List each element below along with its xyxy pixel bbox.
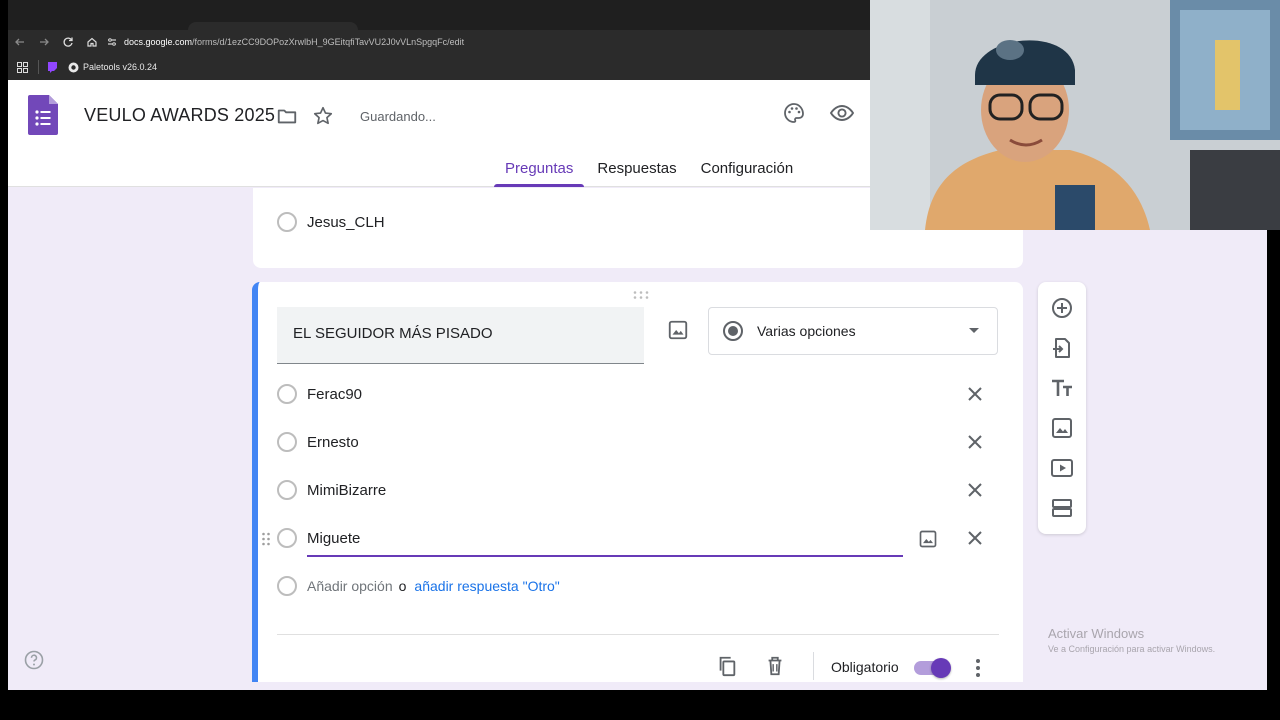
- question-type-label: Varias opciones: [757, 323, 856, 339]
- option-row[interactable]: MimiBizarre: [277, 480, 386, 500]
- url-domain: docs.google.com: [124, 37, 193, 47]
- webcam-person-image: [870, 0, 1280, 230]
- radio-button: [277, 384, 297, 404]
- option-row-editing[interactable]: Miguete: [277, 528, 360, 548]
- dropdown-caret-icon: [969, 328, 979, 333]
- palette-icon[interactable]: [782, 101, 806, 125]
- watermark-title: Activar Windows: [1048, 626, 1145, 641]
- add-video-icon[interactable]: [1050, 456, 1074, 480]
- option-label: Jesus_CLH: [307, 213, 385, 231]
- remove-option-icon[interactable]: [965, 480, 985, 500]
- add-other-link[interactable]: añadir respuesta "Otro": [414, 578, 559, 594]
- duplicate-icon[interactable]: [716, 655, 738, 677]
- question-title-input[interactable]: EL SEGUIDOR MÁS PISADO: [277, 307, 644, 364]
- bookmarks-separator: [38, 60, 39, 74]
- floating-toolbar: [1038, 282, 1086, 534]
- radio-checked-icon: [723, 321, 743, 341]
- apps-grid-icon: [16, 61, 28, 73]
- browser-toolbar: docs.google.com/forms/d/1ezCC9DOPozXrwlb…: [8, 30, 870, 54]
- forward-button[interactable]: [32, 30, 56, 54]
- import-questions-icon[interactable]: [1050, 336, 1074, 360]
- windows-activation-watermark: Activar Windows Ve a Configuración para …: [1048, 626, 1215, 654]
- bookmark-label: Paletools v26.0.24: [83, 62, 158, 72]
- option-label[interactable]: MimiBizarre: [307, 482, 386, 499]
- bookmarks-bar: Paletools v26.0.24: [8, 54, 870, 80]
- folder-icon[interactable]: [276, 105, 298, 127]
- remove-option-icon[interactable]: [965, 528, 985, 548]
- radio-button: [277, 528, 297, 548]
- add-image-icon[interactable]: [1050, 416, 1074, 440]
- reload-icon: [63, 37, 73, 47]
- editor-tabs: Preguntas Respuestas Configuración: [494, 150, 817, 187]
- watermark-subtitle: Ve a Configuración para activar Windows.: [1048, 644, 1216, 654]
- more-options-icon[interactable]: [968, 657, 988, 679]
- add-section-icon[interactable]: [1050, 496, 1074, 520]
- home-icon: [87, 37, 97, 47]
- google-forms-logo-icon[interactable]: [28, 95, 58, 135]
- browser-tab-strip: [8, 0, 870, 30]
- add-question-icon[interactable]: [1050, 296, 1074, 320]
- option-input[interactable]: Miguete: [307, 530, 360, 547]
- paletools-icon: [68, 62, 79, 72]
- preview-eye-icon[interactable]: [829, 101, 855, 125]
- divider: [277, 634, 999, 635]
- reload-button[interactable]: [56, 30, 80, 54]
- required-toggle[interactable]: [914, 658, 951, 678]
- back-button[interactable]: [8, 30, 32, 54]
- browser-tab[interactable]: [188, 22, 358, 30]
- input-focus-underline: [307, 555, 903, 557]
- tab-preguntas[interactable]: Preguntas: [494, 150, 585, 187]
- add-option-button[interactable]: Añadir opción: [307, 578, 393, 594]
- letterbox-bar: [0, 690, 1280, 720]
- twitch-icon: [48, 62, 57, 73]
- question-type-select[interactable]: Varias opciones: [708, 307, 998, 355]
- save-status: Guardando...: [360, 109, 436, 124]
- drag-handle-icon[interactable]: [632, 290, 650, 300]
- screen: docs.google.com/forms/d/1ezCC9DOPozXrwlb…: [0, 0, 1280, 720]
- add-option-row: Añadir opción o añadir respuesta "Otro": [277, 576, 560, 596]
- star-icon[interactable]: [312, 105, 334, 127]
- option-label[interactable]: Ernesto: [307, 434, 359, 451]
- site-settings-icon[interactable]: [106, 36, 118, 48]
- question-card[interactable]: EL SEGUIDOR MÁS PISADO Varias opciones F…: [252, 282, 1023, 682]
- form-title[interactable]: VEULO AWARDS 2025: [84, 105, 275, 126]
- option-row[interactable]: Ferac90: [277, 384, 362, 404]
- address-bar[interactable]: docs.google.com/forms/d/1ezCC9DOPozXrwlb…: [106, 32, 870, 52]
- home-button[interactable]: [80, 30, 104, 54]
- option-label[interactable]: Ferac90: [307, 386, 362, 403]
- required-label: Obligatorio: [831, 659, 899, 675]
- remove-option-icon[interactable]: [965, 432, 985, 452]
- forward-arrow-icon: [40, 38, 49, 46]
- remove-option-icon[interactable]: [965, 384, 985, 404]
- radio-button: [277, 212, 297, 232]
- tab-configuracion[interactable]: Configuración: [701, 150, 794, 187]
- back-arrow-icon: [15, 38, 24, 46]
- tab-respuestas[interactable]: Respuestas: [597, 150, 676, 187]
- help-icon[interactable]: [24, 650, 44, 670]
- add-image-icon[interactable]: [667, 319, 689, 341]
- apps-button[interactable]: [12, 61, 32, 73]
- delete-icon[interactable]: [764, 655, 786, 677]
- url-path: /forms/d/1ezCC9DOPozXrwlbH_9GEitqfiTavVU…: [192, 37, 465, 47]
- bookmark-paletools[interactable]: Paletools v26.0.24: [68, 62, 157, 73]
- bookmark-twitch[interactable]: [47, 61, 58, 73]
- option-row[interactable]: Jesus_CLH: [277, 212, 385, 232]
- option-row[interactable]: Ernesto: [277, 432, 359, 452]
- radio-button: [277, 432, 297, 452]
- add-title-icon[interactable]: [1050, 376, 1074, 400]
- radio-button: [277, 480, 297, 500]
- add-option-image-icon[interactable]: [918, 529, 938, 549]
- toggle-knob: [931, 658, 951, 678]
- option-drag-handle-icon[interactable]: [261, 531, 271, 547]
- webcam-overlay: [870, 0, 1280, 230]
- footer-divider: [813, 652, 814, 680]
- radio-button: [277, 576, 297, 596]
- or-label: o: [398, 578, 407, 594]
